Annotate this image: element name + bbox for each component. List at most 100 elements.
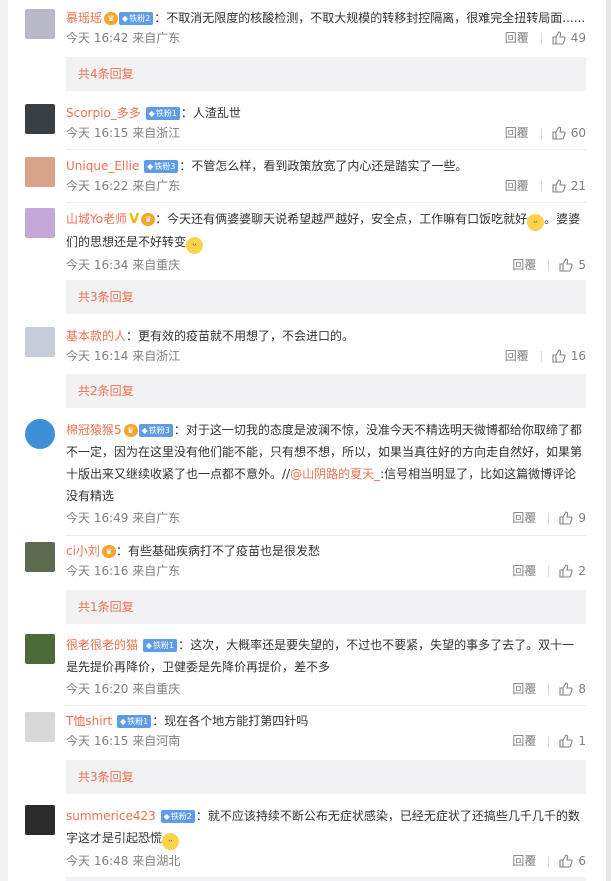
thumbs-up-icon — [559, 854, 573, 868]
like-button[interactable]: 6 — [559, 851, 586, 871]
fan-badge: ◆铁粉1 — [117, 715, 152, 728]
divider — [540, 350, 542, 362]
username[interactable]: 很老很老的猫 — [66, 638, 138, 652]
comment-text: ci小刘 ♛ ：有些基础疾病打不了疫苗也是很发愁 — [66, 544, 320, 558]
comment-meta: 今天 16:48 来自湖北 回覆 6 — [66, 851, 586, 871]
avatar[interactable] — [25, 157, 55, 187]
divider — [548, 259, 550, 271]
like-count: 9 — [578, 511, 586, 525]
reply-button[interactable]: 回覆 — [512, 851, 536, 871]
comment-meta: 今天 16:14 来自浙江 回覆 16 — [66, 346, 586, 366]
divider — [540, 32, 542, 44]
like-count: 2 — [578, 564, 586, 578]
laugh-emoji-icon: ᵕ — [527, 214, 545, 231]
comment-text: T恤shirt ◆铁粉1 ：现在各个地方能打第四针吗 — [66, 714, 309, 728]
comment-meta: 今天 16:49 来自广东 回覆 9 — [66, 508, 586, 528]
comment-meta: 今天 16:22 来自广东 回覆 21 — [66, 176, 586, 196]
divider — [548, 683, 550, 695]
timestamp: 今天 16:34 来自重庆 — [66, 258, 181, 272]
thumbs-up-icon — [559, 511, 573, 525]
like-button[interactable]: 2 — [559, 561, 586, 581]
avatar[interactable] — [25, 805, 55, 835]
comment-meta: 今天 16:15 来自浙江 回覆 60 — [66, 123, 586, 143]
username[interactable]: summerice423 — [66, 809, 156, 823]
username[interactable]: 基本款的人 — [66, 329, 126, 343]
more-replies-strip — [66, 877, 586, 881]
like-button[interactable]: 8 — [559, 679, 586, 699]
shield-icon: ◆ — [120, 717, 127, 726]
like-button[interactable]: 16 — [552, 346, 586, 366]
like-count: 8 — [578, 682, 586, 696]
avatar[interactable] — [25, 104, 55, 134]
like-button[interactable]: 60 — [552, 123, 586, 143]
timestamp: 今天 16:15 来自浙江 — [66, 126, 181, 140]
username[interactable]: Scorpio_多多 — [66, 106, 141, 120]
reply-button[interactable]: 回覆 — [505, 123, 529, 143]
thumbs-up-icon — [552, 126, 566, 140]
like-button[interactable]: 5 — [559, 255, 586, 275]
comment-text: 山城Yo老师 V ♛ ：今天还有俩婆婆聊天说希望越严越好，安全点，工作嘛有口饭吃就好 ᵕ… — [66, 212, 581, 254]
shield-icon: ◆ — [147, 162, 154, 171]
reply-button[interactable]: 回覆 — [512, 561, 536, 581]
like-button[interactable]: 9 — [559, 508, 586, 528]
timestamp: 今天 16:20 来自重庆 — [66, 682, 181, 696]
comment-text: 慕瑶瑶 ♛ ◆铁粉2 ：不取消无限度的核酸检测，不取大规模的转移封控隔离，很难完全扭转… — [66, 11, 586, 25]
timestamp: 今天 16:15 来自河南 — [66, 734, 181, 748]
more-replies-link[interactable]: 共3条回复 — [66, 760, 586, 794]
avatar[interactable] — [25, 208, 55, 238]
username[interactable]: ci小刘 — [66, 544, 100, 558]
comment-meta: 今天 16:15 来自河南 回覆 1 — [66, 731, 586, 751]
comment-text: 棉冠猿猴5 ♛ ◆铁粉3 ：对于这一切我的态度是波澜不惊，没准今天不精选明天微博都给你… — [66, 423, 583, 503]
reply-button[interactable]: 回覆 — [512, 508, 536, 528]
reply-button[interactable]: 回覆 — [505, 346, 529, 366]
comment-meta: 今天 16:20 来自重庆 回覆 8 — [66, 679, 586, 699]
thumbs-up-icon — [559, 258, 573, 272]
more-replies-link[interactable]: 共3条回复 — [66, 280, 586, 314]
like-count: 49 — [570, 31, 586, 45]
username[interactable]: 棉冠猿猴5 — [66, 423, 122, 437]
shield-icon: ◆ — [122, 14, 129, 23]
timestamp: 今天 16:22 来自广东 — [66, 179, 181, 193]
avatar[interactable] — [25, 419, 55, 449]
avatar[interactable] — [25, 712, 55, 742]
reply-button[interactable]: 回覆 — [512, 255, 536, 275]
laugh-emoji-icon: ᵕ — [186, 237, 204, 254]
timestamp: 今天 16:16 来自广东 — [66, 564, 181, 578]
timestamp: 今天 16:14 来自浙江 — [66, 349, 181, 363]
reply-button[interactable]: 回覆 — [512, 731, 536, 751]
divider — [66, 535, 586, 536]
divider — [66, 202, 586, 203]
more-replies-link[interactable]: 共1条回复 — [66, 590, 586, 624]
verified-icon: V — [129, 212, 140, 227]
reply-button[interactable]: 回覆 — [512, 679, 536, 699]
like-count: 6 — [578, 854, 586, 868]
username[interactable]: T恤shirt — [66, 714, 112, 728]
avatar[interactable] — [25, 634, 55, 664]
more-replies-link[interactable]: 共4条回复 — [66, 57, 586, 91]
divider — [548, 855, 550, 867]
username[interactable]: 山城Yo老师 — [66, 212, 127, 226]
avatar[interactable] — [25, 9, 55, 39]
username[interactable]: 慕瑶瑶 — [66, 11, 102, 25]
mention-link[interactable]: @山阴路的夏天_ — [290, 467, 380, 481]
comment-text: Scorpio_多多 ◆铁粉1 ：人渣乱世 — [66, 106, 241, 120]
reply-button[interactable]: 回覆 — [505, 28, 529, 48]
username[interactable]: Unique_Ellie — [66, 159, 139, 173]
divider — [548, 565, 550, 577]
thumbs-up-icon — [559, 682, 573, 696]
more-replies-link[interactable]: 共2条回复 — [66, 374, 586, 408]
shield-icon: ◆ — [145, 641, 152, 650]
fan-badge: ◆铁粉1 — [142, 639, 178, 652]
avatar[interactable] — [25, 327, 55, 357]
like-button[interactable]: 49 — [552, 28, 586, 48]
avatar[interactable] — [25, 542, 55, 572]
like-button[interactable]: 21 — [552, 176, 586, 196]
like-button[interactable]: 1 — [559, 731, 586, 751]
scrollbar[interactable] — [606, 0, 611, 881]
thumbs-up-icon — [552, 31, 566, 45]
divider — [66, 149, 586, 150]
divider — [548, 512, 550, 524]
divider — [66, 705, 586, 706]
reply-button[interactable]: 回覆 — [505, 176, 529, 196]
vip-icon: ♛ — [141, 213, 156, 226]
